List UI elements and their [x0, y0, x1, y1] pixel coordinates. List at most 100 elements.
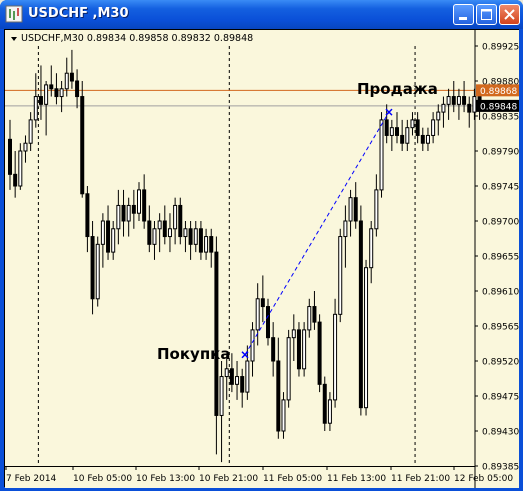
sell-label: Продажа: [357, 80, 438, 98]
y-tick-label: 0.89565: [482, 323, 519, 333]
candle-body: [80, 96, 85, 195]
candle-body: [49, 84, 54, 90]
candle-body: [224, 368, 229, 378]
candle-body: [405, 127, 410, 144]
candle-body: [64, 72, 69, 90]
y-tick-label: 0.89700: [482, 218, 519, 228]
y-tick-label: 0.89610: [482, 288, 519, 298]
candle-body: [410, 119, 415, 129]
candle-body: [271, 337, 276, 362]
candle-body: [379, 119, 384, 191]
candle-body: [152, 228, 157, 245]
y-tick-label: 0.89835: [482, 113, 519, 123]
chart-menu-arrow-icon[interactable]: [11, 37, 17, 41]
x-tick-label: 11 Feb 21:00: [391, 474, 450, 484]
candle-body: [131, 204, 136, 214]
y-tick-label: 0.89790: [482, 148, 519, 158]
candle-body: [95, 243, 100, 300]
x-tick-label: 10 Feb 05:00: [73, 474, 132, 484]
candle-body: [204, 236, 209, 253]
candle-body: [333, 313, 338, 401]
window-title: USDCHF ,M30: [28, 6, 129, 21]
candle-body: [255, 298, 260, 331]
maximize-button[interactable]: [476, 4, 497, 25]
candle-body: [260, 298, 265, 308]
minimize-button[interactable]: [453, 4, 474, 25]
header-open: 0.89834: [86, 33, 127, 44]
price-label-text: 0.89868: [480, 87, 517, 97]
candle-body: [276, 360, 281, 432]
candle-body: [167, 228, 172, 238]
candle-body: [198, 228, 203, 253]
candle-body: [173, 204, 178, 230]
candle-body: [395, 127, 399, 136]
candle-body: [18, 150, 23, 187]
candle-body: [338, 236, 343, 315]
candle-body: [116, 204, 121, 230]
candle-body: [343, 220, 348, 238]
candle-body: [44, 84, 49, 105]
candle-body: [296, 329, 301, 370]
candle-body: [317, 321, 322, 385]
candle-body: [38, 96, 43, 105]
candle-body: [28, 119, 33, 144]
candle-body: [235, 376, 240, 385]
candle-body: [467, 103, 472, 113]
candle-body: [90, 236, 95, 300]
candle-body: [302, 329, 307, 370]
candle-body: [312, 306, 317, 323]
candle-body: [33, 96, 38, 121]
y-tick-label: 0.89745: [482, 183, 519, 193]
candle-body: [250, 329, 255, 362]
x-tick-label: 11 Feb 13:00: [327, 474, 386, 484]
x-tick-label: 10 Feb 21:00: [199, 474, 258, 484]
candle-body: [389, 127, 394, 136]
y-tick-label: 0.89430: [482, 428, 519, 438]
candle-body: [8, 138, 12, 175]
y-tick-label: 0.89520: [482, 358, 519, 368]
candle-body: [415, 119, 420, 136]
chart-area[interactable]: USDCHF,M30 0.89834 0.89858 0.89832 0.898…: [5, 30, 519, 488]
header-symbol: USDCHF,M30: [21, 33, 84, 44]
candle-body: [431, 119, 436, 136]
candle-body: [322, 383, 327, 424]
candle-body: [374, 189, 379, 230]
x-tick-label: 11 Feb 05:00: [263, 474, 322, 484]
candle-body: [142, 189, 147, 222]
candle-body: [85, 193, 90, 238]
candle-body: [229, 368, 234, 385]
minimize-icon: [459, 17, 467, 20]
candle-body: [240, 376, 245, 393]
candle-body: [456, 96, 461, 105]
header-close: 0.89848: [213, 33, 254, 44]
candle-body: [214, 251, 219, 416]
candle-body: [245, 360, 250, 393]
x-tick-label: 10 Feb 13:00: [136, 474, 195, 484]
candlestick-chart: 0.899250.898800.898350.897900.897450.897…: [5, 30, 519, 488]
price-label-text: 0.89848: [480, 102, 517, 112]
candle-body: [400, 134, 405, 144]
candle-body: [137, 189, 141, 214]
candle-body: [162, 220, 167, 238]
candle-body: [327, 399, 332, 424]
candle-body: [13, 173, 18, 187]
close-button[interactable]: [499, 4, 520, 25]
candle-body: [183, 228, 188, 238]
candle-body: [441, 103, 446, 113]
candle-body: [307, 306, 312, 331]
candle-body: [209, 236, 214, 253]
y-tick-label: 0.89925: [482, 43, 519, 53]
candle-body: [188, 228, 193, 245]
candle-body: [436, 111, 441, 121]
candle-body: [126, 204, 131, 222]
candle-body: [54, 88, 59, 98]
close-icon: [504, 9, 515, 20]
candle-body: [353, 197, 358, 222]
candle-body: [106, 220, 111, 253]
candle-body: [59, 88, 64, 98]
candle-body: [369, 228, 374, 269]
title-bar[interactable]: USDCHF ,M30: [0, 0, 523, 29]
candle-body: [178, 204, 183, 238]
candle-body: [147, 220, 152, 245]
y-tick-label: 0.89475: [482, 393, 519, 403]
